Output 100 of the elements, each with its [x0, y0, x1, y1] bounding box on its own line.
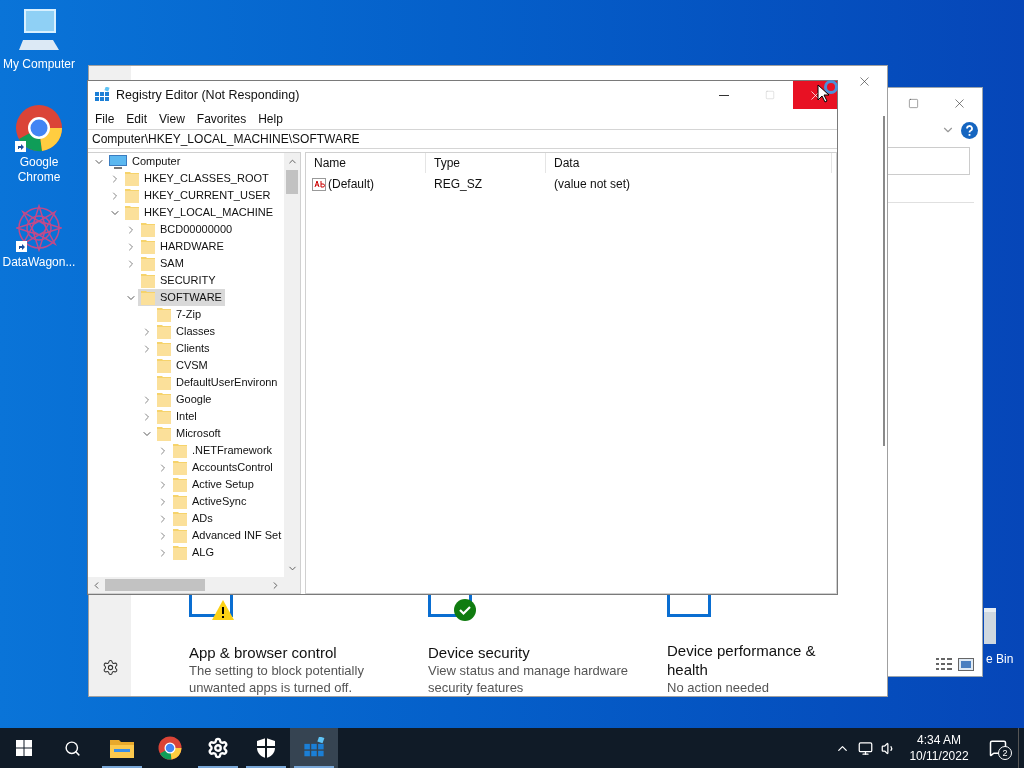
- search-icon: [63, 739, 81, 757]
- warning-icon: [211, 599, 235, 621]
- tree-item[interactable]: Google: [154, 391, 215, 408]
- menu-item[interactable]: Help: [252, 109, 289, 129]
- tree-item[interactable]: 7-Zip: [154, 306, 205, 323]
- tree-item[interactable]: .NETFramework: [170, 442, 276, 459]
- table-cell-text: (value not set): [553, 176, 631, 193]
- card-description: View status and manage hardware security features: [428, 662, 628, 696]
- folder-icon: [157, 358, 171, 373]
- maximize-icon: [765, 90, 775, 100]
- window-title: Registry Editor (Not Responding): [116, 86, 301, 104]
- scrollbar-thumb[interactable]: [883, 116, 885, 446]
- card-title[interactable]: App & browser control: [189, 643, 364, 662]
- desktop-icon-image[interactable]: [16, 204, 62, 252]
- column-header[interactable]: Data: [546, 153, 832, 173]
- tree-item[interactable]: BCD00000000: [138, 221, 236, 238]
- tree-item[interactable]: Computer: [106, 153, 184, 170]
- tree-item[interactable]: ADs: [170, 510, 216, 527]
- settings-icon[interactable]: [101, 659, 119, 676]
- desktop-icon-label[interactable]: DataWagon...: [2, 255, 76, 270]
- tree-item[interactable]: Clients: [154, 340, 213, 357]
- details-view-icon[interactable]: [936, 658, 952, 670]
- shortcut-arrow-icon: [15, 141, 26, 152]
- address-field[interactable]: Computer\HKEY_LOCAL_MACHINE\SOFTWARE: [88, 129, 837, 149]
- folder-icon: [173, 528, 187, 543]
- table-cell-text: (Default): [327, 176, 375, 193]
- chrome-icon: [158, 736, 182, 760]
- minimize-icon: [719, 94, 729, 96]
- shield-icon: [256, 737, 276, 759]
- desktop-icon-label[interactable]: e Bin: [986, 652, 1014, 667]
- tree-item[interactable]: Classes: [154, 323, 219, 340]
- tree-item[interactable]: Active Setup: [170, 476, 257, 493]
- notification-icon[interactable]: [989, 739, 1007, 757]
- star-pattern-icon: [16, 204, 62, 252]
- tree-item[interactable]: HKEY_CLASSES_ROOT: [122, 170, 272, 187]
- folder-icon: [110, 738, 134, 758]
- folder-icon: [141, 273, 155, 288]
- menu-item[interactable]: Edit: [120, 109, 154, 129]
- shortcut-arrow-icon: [16, 241, 27, 252]
- notification-count: 2: [998, 746, 1012, 760]
- tree-item[interactable]: Microsoft: [154, 425, 224, 442]
- tree-item[interactable]: HKEY_CURRENT_USER: [122, 187, 274, 204]
- folder-icon: [173, 460, 187, 475]
- menu-item[interactable]: View: [153, 109, 191, 129]
- folder-icon: [157, 324, 171, 339]
- scrollbar-thumb[interactable]: [286, 170, 298, 194]
- folder-icon: [125, 188, 139, 203]
- tree-item[interactable]: Intel: [154, 408, 200, 425]
- card-description: The setting to block potentially unwanted apps is turned off.: [189, 662, 365, 696]
- folder-icon: [157, 426, 171, 441]
- folder-icon: [141, 290, 155, 305]
- tree-item[interactable]: AccountsControl: [170, 459, 276, 476]
- tree-item[interactable]: HKEY_LOCAL_MACHINE: [122, 204, 276, 221]
- help-icon[interactable]: [961, 121, 978, 139]
- tree-item[interactable]: CVSM: [154, 357, 211, 374]
- desktop-icon-label[interactable]: My Computer: [2, 57, 76, 72]
- desktop-icon-image[interactable]: [15, 104, 63, 152]
- folder-icon: [141, 222, 155, 237]
- device-outline-icon: [667, 595, 711, 617]
- card-title[interactable]: Device performance & health: [667, 641, 842, 679]
- device-outline-icon: [189, 595, 233, 617]
- folder-icon: [157, 307, 171, 322]
- string-value-icon: [312, 177, 326, 191]
- card-description: No action needed: [667, 679, 770, 696]
- tree-item[interactable]: HARDWARE: [138, 238, 227, 255]
- card-title[interactable]: Device security: [428, 643, 603, 662]
- settings-icon: [207, 737, 229, 759]
- tree-item[interactable]: DefaultUserEnvironn: [154, 374, 281, 391]
- folder-icon: [125, 205, 139, 220]
- tree-item[interactable]: SOFTWARE: [138, 289, 225, 306]
- column-header[interactable]: Type: [426, 153, 546, 173]
- tree-item[interactable]: Advanced INF Set: [170, 527, 284, 544]
- menu-item[interactable]: File: [89, 109, 121, 129]
- large-icons-view-icon[interactable]: [958, 657, 974, 671]
- tree-item[interactable]: ALG: [170, 544, 217, 561]
- folder-icon: [125, 171, 139, 186]
- folder-icon: [173, 477, 187, 492]
- windows-logo-icon: [16, 740, 32, 756]
- tree-item[interactable]: ActiveSync: [170, 493, 250, 510]
- scrollbar-thumb[interactable]: [105, 579, 205, 591]
- folder-icon: [157, 341, 171, 356]
- check-icon: [454, 599, 476, 621]
- folder-icon: [157, 375, 171, 390]
- folder-icon: [157, 392, 171, 407]
- folder-icon: [157, 409, 171, 424]
- maximize-icon: [907, 97, 919, 109]
- registry-icon: [94, 87, 110, 103]
- folder-icon: [173, 545, 187, 560]
- tree-item[interactable]: SECURITY: [138, 272, 219, 289]
- clock[interactable]: 4:34 AM 10/11/2022: [900, 728, 978, 768]
- computer-icon: [109, 154, 127, 169]
- column-header[interactable]: Name: [306, 153, 426, 173]
- folder-icon: [141, 256, 155, 271]
- desktop-icon-label[interactable]: Google Chrome: [2, 155, 76, 185]
- menu-item[interactable]: Favorites: [190, 109, 253, 129]
- network-icon[interactable]: [858, 740, 873, 756]
- folder-icon: [173, 511, 187, 526]
- device-outline-icon: [428, 595, 472, 617]
- chrome-icon: [15, 104, 63, 152]
- tree-item[interactable]: SAM: [138, 255, 187, 272]
